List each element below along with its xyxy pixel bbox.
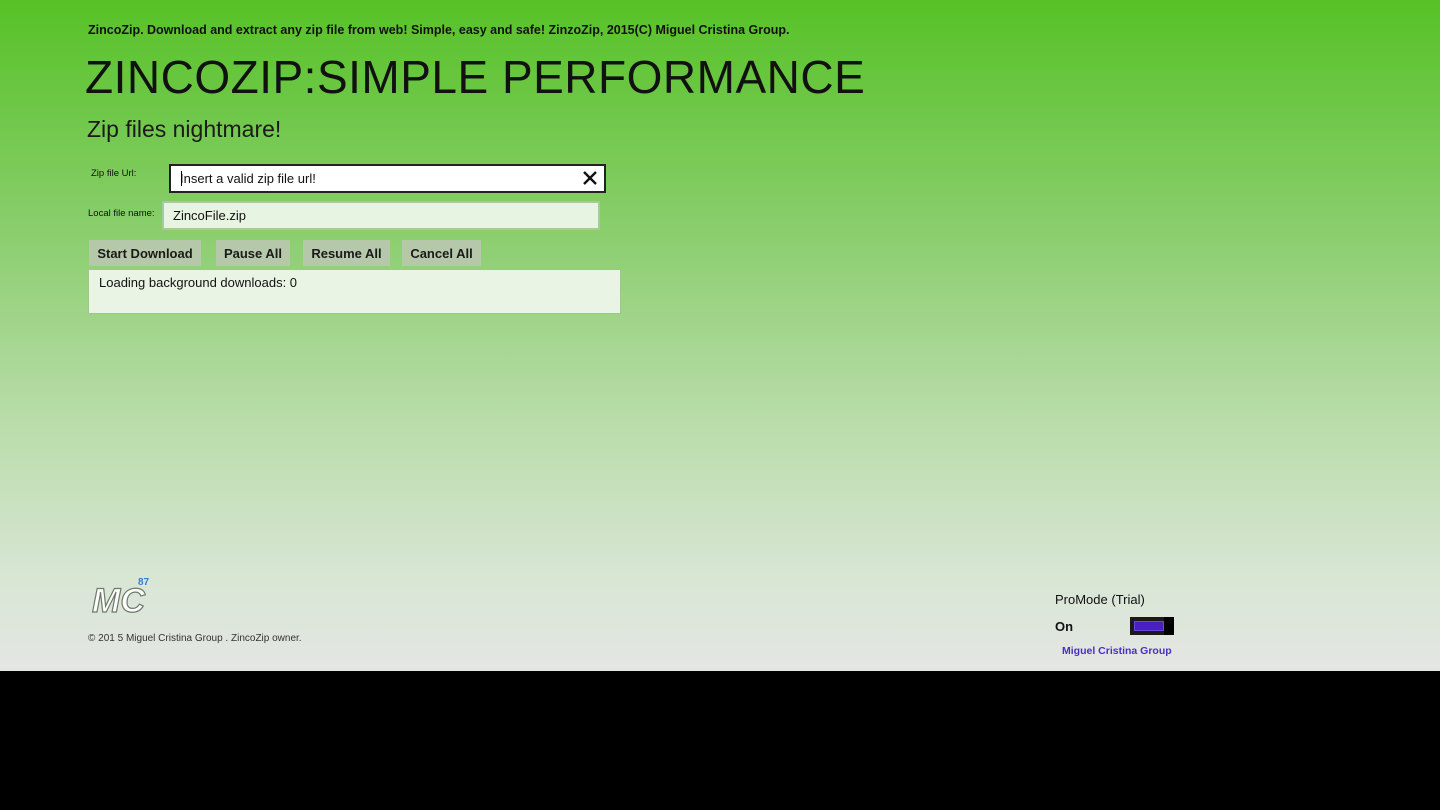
app-window: ZincoZip. Download and extract any zip f… — [0, 0, 1440, 671]
close-icon — [583, 171, 597, 185]
local-file-label: Local file name: — [88, 208, 155, 219]
promode-toggle-state: On — [1055, 619, 1074, 634]
promode-toggle[interactable] — [1130, 617, 1174, 635]
pause-all-button[interactable]: Pause All — [216, 240, 290, 266]
start-download-button[interactable]: Start Download — [89, 240, 201, 266]
zip-url-field — [169, 164, 606, 193]
status-log-box: Loading background downloads: 0 — [88, 269, 621, 314]
app-bar-area — [0, 671, 1440, 810]
resume-all-button[interactable]: Resume All — [303, 240, 390, 266]
mc-logo-icon: MC 87 — [90, 574, 154, 621]
text-caret — [181, 171, 182, 186]
logo-badge: 87 — [138, 577, 150, 588]
clear-url-button[interactable] — [580, 168, 600, 188]
local-file-input[interactable] — [162, 201, 600, 230]
zip-url-input[interactable] — [180, 166, 570, 191]
toggle-thumb[interactable] — [1164, 617, 1174, 635]
page-title: ZINCOZIP:SIMPLE PERFORMANCE — [85, 51, 866, 103]
promode-label: ProMode (Trial) — [1055, 592, 1145, 607]
company-link[interactable]: Miguel Cristina Group — [1062, 645, 1172, 657]
status-log-text: Loading background downloads: 0 — [99, 275, 298, 290]
app-tagline: ZincoZip. Download and extract any zip f… — [88, 23, 790, 37]
copyright-text: © 201 5 Miguel Cristina Group . ZincoZip… — [88, 633, 302, 644]
zip-url-label: Zip file Url: — [91, 168, 137, 179]
toggle-track — [1132, 619, 1166, 633]
cancel-all-button[interactable]: Cancel All — [402, 240, 481, 266]
page-subtitle: Zip files nightmare! — [87, 116, 282, 142]
